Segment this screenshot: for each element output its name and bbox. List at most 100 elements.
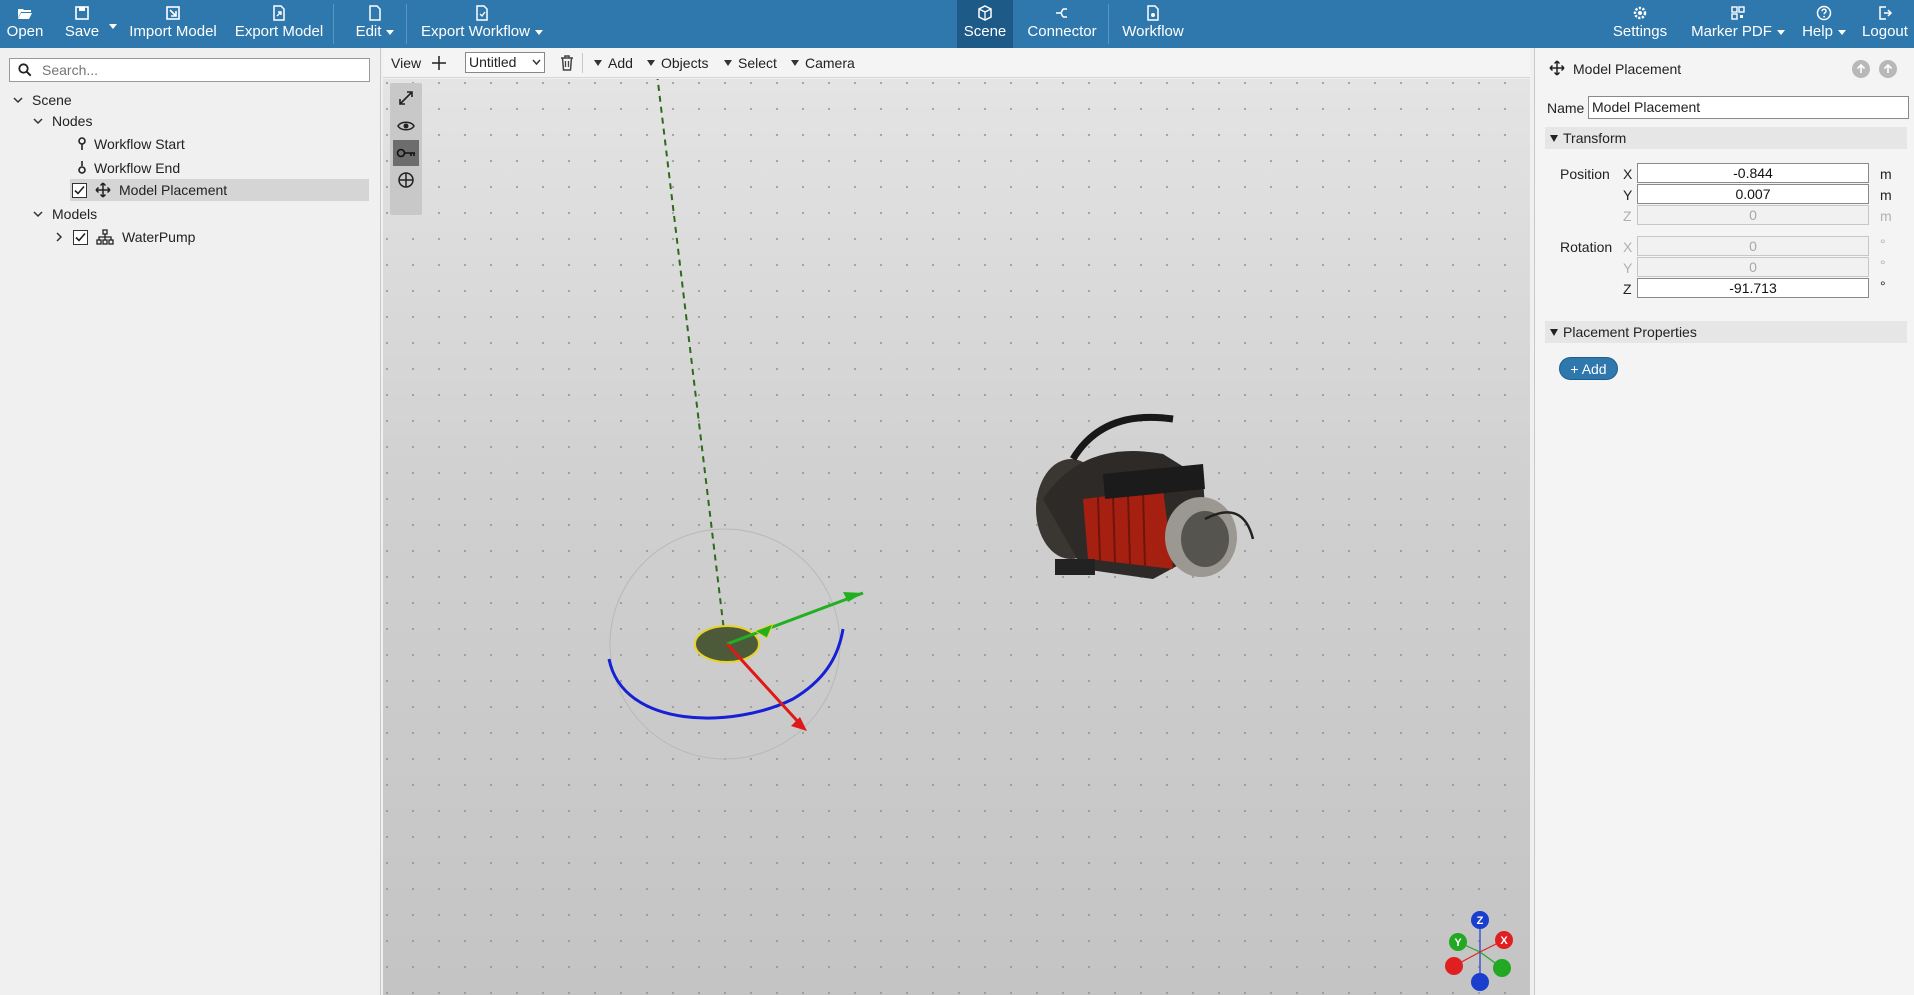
arrow-up-icon [1883, 64, 1893, 73]
tree-item-workflow-start[interactable]: Workflow Start [76, 133, 185, 155]
chevron-down-icon[interactable] [32, 115, 44, 127]
properties-panel: Model Placement Name Model Placement Tra… [1534, 48, 1914, 995]
export-workflow-label: Export Workflow [421, 23, 530, 40]
panel-title: Model Placement [1573, 61, 1682, 77]
caret-down-icon [724, 60, 732, 66]
open-button[interactable]: Open [6, 0, 44, 48]
tree-item-scene[interactable]: Scene [12, 89, 72, 111]
rotation-x-input: 0 [1637, 236, 1869, 256]
move-up-button[interactable] [1852, 60, 1870, 78]
toolbar-divider [406, 4, 407, 44]
visibility-tool[interactable] [393, 113, 419, 139]
save-dropdown-caret[interactable] [104, 17, 117, 34]
delete-icon[interactable] [559, 54, 575, 72]
save-button[interactable]: Save [62, 0, 102, 48]
scene-tree-panel: Scene Nodes Workflow Start Workflow End … [0, 48, 381, 995]
chevron-down-icon [532, 59, 541, 66]
position-y-input[interactable]: 0.007 [1637, 184, 1869, 204]
rotation-z-input[interactable]: -91.713 [1637, 278, 1869, 298]
axis-neg-x-ball[interactable] [1445, 957, 1463, 975]
search-icon [18, 63, 32, 77]
save-label: Save [64, 23, 100, 40]
visibility-checkbox[interactable] [72, 182, 87, 198]
3d-viewport[interactable]: Z X Y [383, 79, 1530, 995]
logout-icon [1879, 6, 1893, 20]
transform-section-header[interactable]: Transform [1545, 127, 1907, 149]
view-select[interactable]: Untitled [465, 52, 545, 73]
edit-file-icon [369, 5, 381, 21]
workflow-document-icon [1147, 5, 1159, 21]
rotation-y-input: 0 [1637, 257, 1869, 277]
objects-menu[interactable]: Objects [647, 54, 708, 72]
connect-tool[interactable] [393, 140, 419, 166]
tree-item-workflow-end[interactable]: Workflow End [76, 157, 180, 179]
open-label: Open [6, 23, 44, 40]
tree-label-model-placement: Model Placement [119, 182, 228, 198]
toolbar-divider [1108, 4, 1109, 44]
axis-neg-z-ball[interactable] [1471, 973, 1489, 991]
tree-label-scene: Scene [32, 92, 72, 108]
add-menu[interactable]: Add [594, 54, 633, 72]
plus-icon[interactable] [431, 55, 447, 71]
chevron-down-icon[interactable] [32, 208, 44, 220]
move-icon [1549, 60, 1565, 76]
name-input[interactable]: Model Placement [1588, 96, 1909, 119]
marker-pdf-label: Marker PDF [1691, 23, 1772, 40]
marker-pdf-button[interactable]: Marker PDF [1691, 0, 1785, 48]
axis-neg-y-ball[interactable] [1493, 959, 1511, 977]
select-menu-label: Select [738, 55, 777, 71]
export-workflow-button[interactable]: Export Workflow [421, 0, 543, 48]
tab-workflow[interactable]: Workflow [1118, 0, 1188, 48]
tree-item-model-placement[interactable]: Model Placement [70, 179, 369, 201]
axis-x-label: X [1500, 935, 1508, 947]
connector-icon [1056, 8, 1067, 18]
fullscreen-tool[interactable] [393, 85, 419, 111]
rotation-y-unit: ° [1880, 257, 1886, 273]
collapse-button[interactable] [1879, 60, 1897, 78]
search-box[interactable] [9, 58, 370, 82]
tab-scene[interactable]: Scene [957, 0, 1013, 48]
position-z-unit: m [1880, 208, 1892, 224]
help-button[interactable]: Help [1800, 0, 1848, 48]
add-property-label: Add [1581, 361, 1607, 377]
caret-down-icon [594, 60, 602, 66]
add-property-button[interactable]: + Add [1559, 357, 1618, 380]
hierarchy-icon [96, 229, 114, 245]
settings-label: Settings [1612, 23, 1668, 40]
pump-base [1055, 559, 1095, 575]
visibility-checkbox[interactable] [73, 229, 88, 245]
chevron-down-icon [386, 29, 395, 35]
chevron-down-icon [1837, 29, 1846, 35]
camera-menu[interactable]: Camera [791, 54, 855, 72]
tree-label-waterpump: WaterPump [122, 229, 196, 245]
export-model-button[interactable]: Export Model [234, 0, 324, 48]
import-icon [166, 6, 180, 20]
settings-button[interactable]: Settings [1610, 0, 1670, 48]
tree-item-waterpump[interactable]: WaterPump [53, 226, 195, 248]
chevron-right-icon[interactable] [53, 231, 65, 243]
tab-connector[interactable]: Connector [1021, 0, 1103, 48]
position-z-axis: Z [1623, 208, 1632, 224]
plus-icon: + [1570, 361, 1582, 377]
select-menu[interactable]: Select [724, 54, 777, 72]
logout-button[interactable]: Logout [1860, 0, 1910, 48]
folder-open-icon [18, 9, 32, 19]
tree-item-models[interactable]: Models [32, 203, 97, 225]
import-model-label: Import Model [129, 23, 217, 40]
tree-label-nodes: Nodes [52, 113, 93, 129]
tree-item-nodes[interactable]: Nodes [32, 110, 92, 132]
transform-tool[interactable] [393, 167, 419, 193]
search-input[interactable] [42, 61, 362, 79]
position-x-input[interactable]: -0.844 [1637, 163, 1869, 183]
edit-menu-button[interactable]: Edit [353, 0, 397, 48]
placement-properties-header[interactable]: Placement Properties [1545, 321, 1907, 343]
chevron-down-icon [1776, 29, 1785, 35]
import-model-button[interactable]: Import Model [129, 0, 217, 48]
chevron-down-icon[interactable] [12, 94, 24, 106]
logout-label: Logout [1862, 23, 1908, 40]
name-label: Name [1547, 100, 1585, 116]
rotation-label: Rotation [1560, 239, 1613, 255]
position-y-axis: Y [1623, 187, 1633, 203]
add-menu-label: Add [608, 55, 633, 71]
export-model-label: Export Model [234, 23, 324, 40]
